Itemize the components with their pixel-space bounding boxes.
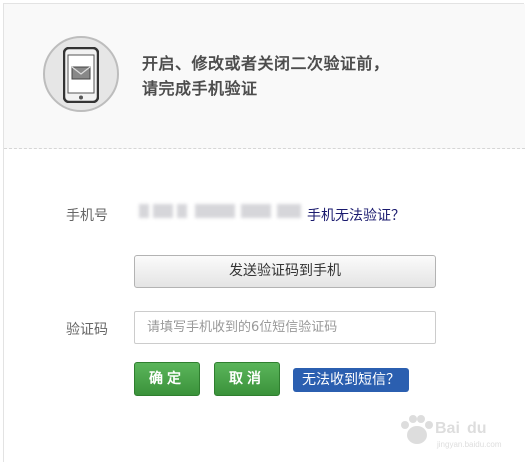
verification-code-input[interactable]: 请填写手机收到的6位短信验证码 <box>134 311 436 344</box>
cancel-button[interactable]: 取消 <box>214 362 280 396</box>
header-line-2: 请完成手机验证 <box>142 79 258 98</box>
svg-text:Bai: Bai <box>435 420 460 437</box>
phone-message-icon <box>43 36 119 112</box>
phone-label: 手机号 <box>66 208 108 224</box>
svg-text:du: du <box>467 420 487 437</box>
svg-text:jingyan.baidu.com: jingyan.baidu.com <box>436 440 502 449</box>
code-label: 验证码 <box>66 322 108 338</box>
header: 开启、修改或者关闭二次验证前， 请完成手机验证 <box>4 4 525 149</box>
header-line-1: 开启、修改或者关闭二次验证前， <box>142 54 390 73</box>
header-message: 开启、修改或者关闭二次验证前， 请完成手机验证 <box>142 51 390 101</box>
baidu-watermark-logo: Bai du jingyan.baidu.com <box>395 411 515 451</box>
masked-phone-number <box>137 200 303 222</box>
no-sms-button[interactable]: 无法收到短信？ <box>293 368 409 392</box>
confirm-button[interactable]: 确定 <box>134 362 200 396</box>
phone-cannot-verify-link[interactable]: 手机无法验证？ <box>307 205 405 225</box>
send-code-button[interactable]: 发送验证码到手机 <box>134 255 436 288</box>
